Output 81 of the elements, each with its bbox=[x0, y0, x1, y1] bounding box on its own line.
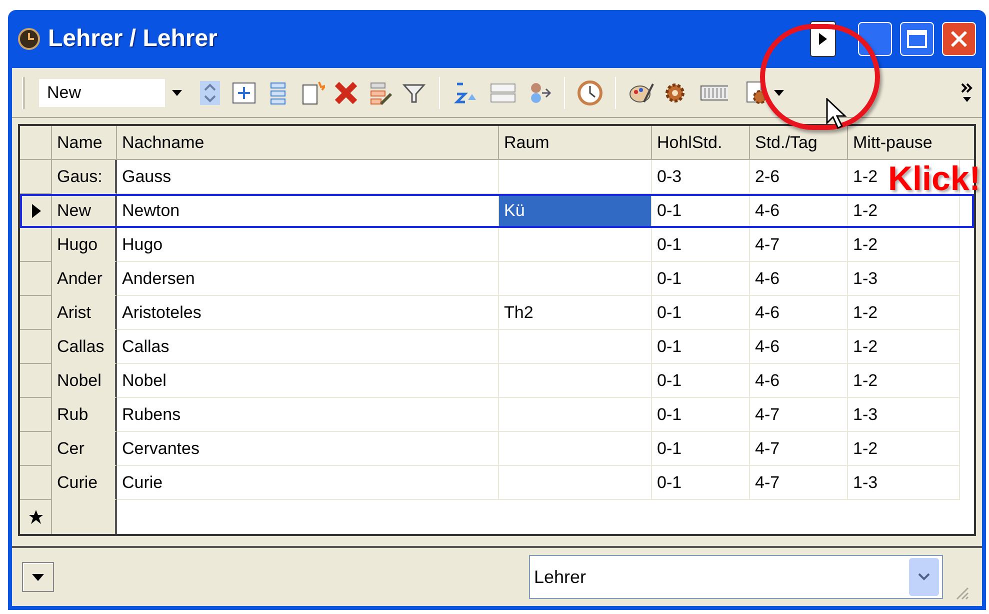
table-cell: 0-1 bbox=[652, 330, 750, 364]
table-cell: 0-1 bbox=[652, 296, 750, 330]
table-cell: 0-1 bbox=[652, 194, 750, 228]
table-cell: 4-7 bbox=[750, 466, 848, 500]
close-icon bbox=[950, 30, 968, 48]
table-cell-text: 1-3 bbox=[853, 268, 878, 290]
table-cell: Gaus: bbox=[52, 160, 117, 194]
table-cell: Ander bbox=[52, 262, 117, 296]
more-icon[interactable] bbox=[960, 80, 974, 104]
table-cell: 4-7 bbox=[750, 228, 848, 262]
table-cell-text: 1-2 bbox=[853, 302, 878, 324]
column-header[interactable]: Nachname bbox=[117, 126, 499, 159]
table-cell-text: 1-2 bbox=[853, 370, 878, 392]
table-cell: 0-1 bbox=[652, 466, 750, 500]
column-header[interactable]: Mitt-pause bbox=[848, 126, 960, 159]
table-cell: 4-7 bbox=[750, 432, 848, 466]
clock-icon[interactable] bbox=[577, 80, 603, 106]
table-cell: Callas bbox=[117, 330, 499, 364]
column-header[interactable]: Raum bbox=[499, 126, 652, 159]
table-cell: 0-1 bbox=[652, 432, 750, 466]
table-cell: Curie bbox=[52, 466, 117, 500]
table-cell: Hugo bbox=[117, 228, 499, 262]
table-cell-text: 1-2 bbox=[853, 438, 878, 460]
table-cell: Nobel bbox=[117, 364, 499, 398]
table-cell-text: 1-2 bbox=[853, 166, 878, 188]
delete-icon[interactable] bbox=[333, 80, 359, 106]
clock-icon bbox=[18, 28, 40, 50]
maximize-button[interactable] bbox=[900, 22, 934, 56]
table-cell: Aristoteles bbox=[117, 296, 499, 330]
table-cell-text: 1-2 bbox=[853, 234, 878, 256]
table-cell: Cer bbox=[52, 432, 117, 466]
table-cell-text: 1-3 bbox=[853, 472, 878, 494]
close-button[interactable] bbox=[942, 22, 976, 56]
column-header[interactable]: HohlStd. bbox=[652, 126, 750, 159]
new-row-icon bbox=[28, 509, 44, 525]
table-cell: Hugo bbox=[52, 228, 117, 262]
column-header[interactable]: Name bbox=[52, 126, 117, 159]
table-cell: Rubens bbox=[117, 398, 499, 432]
table-cell: 4-6 bbox=[750, 194, 848, 228]
table-cell: Nobel bbox=[52, 364, 117, 398]
table-cell: New bbox=[52, 194, 117, 228]
table-cell-text: 1-3 bbox=[853, 404, 878, 426]
record-combo[interactable]: New bbox=[39, 78, 189, 106]
table-cell: Curie bbox=[117, 466, 499, 500]
table-cell: 0-1 bbox=[652, 262, 750, 296]
minimize-button[interactable] bbox=[858, 22, 892, 56]
table-cell: 0-1 bbox=[652, 228, 750, 262]
table-cell: 0-3 bbox=[652, 160, 750, 194]
table-cell: Andersen bbox=[117, 262, 499, 296]
dropdown-arrow-icon bbox=[172, 90, 182, 96]
row-header[interactable] bbox=[20, 500, 52, 534]
view-combo[interactable]: Lehrer bbox=[529, 555, 943, 599]
dropdown-arrow-icon bbox=[32, 574, 44, 580]
play-icon bbox=[818, 32, 828, 46]
table-cell: 0-1 bbox=[652, 364, 750, 398]
table-cell: Kü bbox=[499, 194, 652, 228]
maximize-icon bbox=[907, 30, 927, 48]
dropdown-arrow-icon[interactable] bbox=[774, 90, 784, 96]
current-row-icon bbox=[30, 204, 40, 218]
table-cell: 4-6 bbox=[750, 364, 848, 398]
table-cell: 4-7 bbox=[750, 398, 848, 432]
move-window-icon[interactable] bbox=[231, 80, 257, 106]
window-title: Lehrer / Lehrer bbox=[48, 24, 218, 54]
up-down-icon[interactable] bbox=[197, 80, 223, 106]
table-cell-text: 1-2 bbox=[853, 336, 878, 358]
table-cell-text: 1-2 bbox=[853, 200, 878, 222]
table-cell: Cervantes bbox=[117, 432, 499, 466]
table-cell: Gauss bbox=[117, 160, 499, 194]
table-cell: Callas bbox=[52, 330, 117, 364]
table-cell: Rub bbox=[52, 398, 117, 432]
table-cell: 4-6 bbox=[750, 262, 848, 296]
table-cell: 4-6 bbox=[750, 296, 848, 330]
table-cell: 0-1 bbox=[652, 398, 750, 432]
table-cell: 4-6 bbox=[750, 330, 848, 364]
table-cell: Th2 bbox=[499, 296, 652, 330]
row-header[interactable] bbox=[20, 194, 52, 228]
table-cell: 2-6 bbox=[750, 160, 848, 194]
table-cell bbox=[52, 500, 117, 534]
chevron-down-icon bbox=[918, 573, 930, 581]
dropdown-button[interactable] bbox=[22, 562, 54, 592]
table-cell: Arist bbox=[52, 296, 117, 330]
